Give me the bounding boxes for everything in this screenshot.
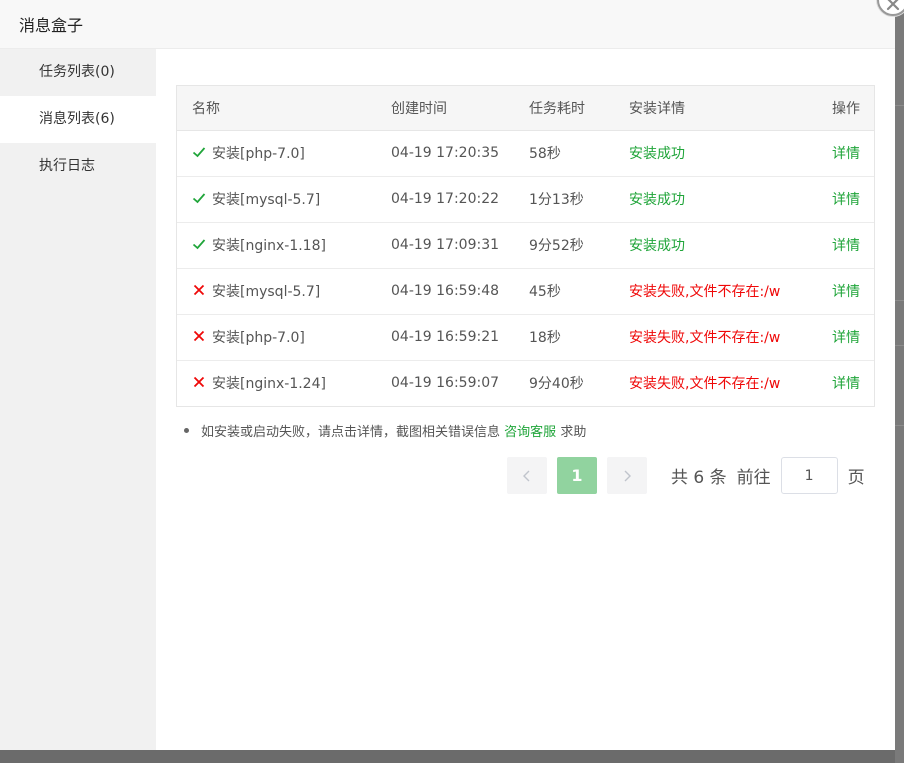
column-header-detail: 安装详情 [629, 86, 799, 131]
sidebar-item-label: 任务列表(0) [39, 64, 115, 80]
detail-link[interactable]: 详情 [832, 146, 860, 162]
column-header-time: 创建时间 [391, 86, 529, 131]
chevron-left-icon [523, 470, 530, 481]
help-tip: 如安装或启动失败，请点击详情，截图相关错误信息 咨询客服 求助 [184, 421, 586, 440]
cell-detail: 安装成功 [629, 222, 799, 269]
cell-op: 详情 [799, 130, 874, 177]
cell-detail: 安装成功 [629, 130, 799, 177]
task-name: 安装[nginx-1.18] [212, 238, 326, 254]
sidebar-item-task-list[interactable]: 任务列表(0) [0, 49, 156, 96]
page-backdrop [895, 0, 904, 763]
cell-op: 详情 [799, 222, 874, 269]
cell-duration: 1分13秒 [529, 176, 629, 223]
cell-duration: 45秒 [529, 268, 629, 315]
task-name: 安装[mysql-5.7] [212, 284, 321, 300]
tip-suffix: 求助 [560, 425, 587, 440]
total-count: 共 6 条 [671, 468, 727, 488]
customer-service-link[interactable]: 咨询客服 [504, 425, 556, 440]
table-row: 安装[nginx-1.24] 04-19 16:59:07 9分40秒 安装失败… [177, 360, 874, 406]
task-name: 安装[php-7.0] [212, 146, 305, 162]
cell-time: 04-19 17:09:31 [391, 222, 529, 269]
message-table: 名称 创建时间 任务耗时 安装详情 操作 安装[php-7.0] 04-19 1… [176, 85, 875, 407]
message-box-dialog: 消息盒子 任务列表(0) 消息列表(6) 执行日志 名称 创建时间 任务耗时 安… [0, 0, 904, 750]
detail-link[interactable]: 详情 [832, 284, 860, 300]
table-row: 安装[php-7.0] 04-19 17:20:35 58秒 安装成功 详情 [177, 130, 874, 177]
cell-time: 04-19 16:59:48 [391, 268, 529, 315]
task-name: 安装[php-7.0] [212, 330, 305, 346]
page-unit-label: 页 [847, 468, 865, 488]
cell-op: 详情 [799, 314, 874, 361]
chevron-right-icon [624, 470, 631, 481]
dialog-title: 消息盒子 [19, 16, 84, 35]
cell-duration: 18秒 [529, 314, 629, 361]
checkmark-icon [192, 193, 206, 204]
cell-detail: 安装失败,文件不存在:/w [629, 376, 781, 393]
column-header-name: 名称 [177, 86, 391, 131]
goto-label: 前往 [736, 468, 771, 488]
tip-text: 如安装或启动失败，请点击详情，截图相关错误信息 [201, 425, 501, 440]
sidebar-item-label: 消息列表(6) [39, 111, 115, 127]
cross-icon [193, 330, 205, 342]
table-row: 安装[mysql-5.7] 04-19 16:59:48 45秒 安装失败,文件… [177, 268, 874, 315]
column-header-op: 操作 [799, 86, 874, 131]
main-content: 名称 创建时间 任务耗时 安装详情 操作 安装[php-7.0] 04-19 1… [156, 49, 895, 750]
task-name: 安装[nginx-1.24] [212, 376, 326, 393]
cell-time: 04-19 17:20:22 [391, 176, 529, 223]
cell-time: 04-19 17:20:35 [391, 130, 529, 177]
detail-link[interactable]: 详情 [832, 238, 860, 254]
table-row: 安装[nginx-1.18] 04-19 17:09:31 9分52秒 安装成功… [177, 222, 874, 269]
dialog-header: 消息盒子 [0, 0, 895, 49]
prev-page-button[interactable] [507, 457, 547, 494]
cross-icon [193, 377, 205, 388]
detail-link[interactable]: 详情 [832, 376, 860, 392]
task-name: 安装[mysql-5.7] [212, 192, 321, 208]
cell-name: 安装[mysql-5.7] [177, 268, 391, 315]
cross-icon [193, 284, 205, 296]
sidebar-item-label: 执行日志 [39, 158, 95, 174]
cell-detail: 安装失败,文件不存在:/w [629, 268, 799, 315]
cell-name: 安装[php-7.0] [177, 130, 391, 177]
cell-op: 详情 [799, 176, 874, 223]
cell-name: 安装[php-7.0] [177, 314, 391, 361]
sidebar-item-message-list[interactable]: 消息列表(6) [0, 96, 156, 143]
cell-time: 04-19 16:59:21 [391, 314, 529, 361]
cell-name: 安装[nginx-1.24] [177, 360, 391, 406]
cell-duration: 58秒 [529, 130, 629, 177]
cell-name: 安装[mysql-5.7] [177, 176, 391, 223]
bullet-icon [184, 428, 189, 433]
checkmark-icon [192, 147, 206, 158]
cell-op: 详情 [799, 360, 874, 406]
cell-op: 详情 [799, 268, 874, 315]
column-header-duration: 任务耗时 [529, 86, 629, 131]
next-page-button[interactable] [607, 457, 647, 494]
cell-detail: 安装失败,文件不存在:/w [629, 314, 799, 361]
sidebar: 任务列表(0) 消息列表(6) 执行日志 [0, 49, 156, 750]
close-icon [886, 0, 900, 11]
cell-duration: 9分52秒 [529, 222, 629, 269]
sidebar-item-exec-log[interactable]: 执行日志 [0, 143, 156, 190]
page-number-button[interactable]: 1 [557, 457, 597, 494]
table-row: 安装[mysql-5.7] 04-19 17:20:22 1分13秒 安装成功 … [177, 176, 874, 223]
table-header-row: 名称 创建时间 任务耗时 安装详情 操作 [177, 86, 874, 131]
cell-time: 04-19 16:59:07 [391, 375, 500, 392]
cell-detail: 安装成功 [629, 176, 799, 223]
goto-page-input[interactable] [780, 457, 838, 494]
cell-duration: 9分40秒 [529, 376, 584, 393]
detail-link[interactable]: 详情 [832, 330, 860, 346]
table-row: 安装[php-7.0] 04-19 16:59:21 18秒 安装失败,文件不存… [177, 314, 874, 361]
pagination: 1 共 6 条 前往 页 [507, 457, 865, 494]
checkmark-icon [192, 239, 206, 250]
detail-link[interactable]: 详情 [832, 192, 860, 208]
cell-name: 安装[nginx-1.18] [177, 222, 391, 269]
